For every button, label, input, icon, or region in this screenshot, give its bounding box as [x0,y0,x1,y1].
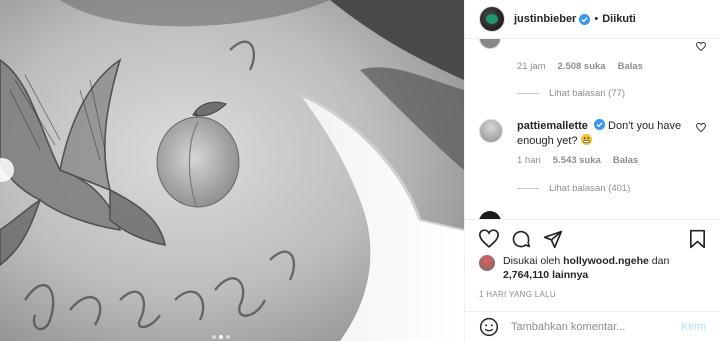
reply-button[interactable]: Balas [618,61,643,72]
carousel-dot [226,335,230,339]
comment-meta: 21 jam 2.508 suka Balas [517,61,643,72]
comment-meta: 1 hari 5.543 suka Balas [517,155,638,166]
comment-input[interactable] [511,320,681,333]
tattoo-photo-image [0,0,464,341]
commenter-avatar[interactable] [479,211,501,219]
paper-plane-icon [543,230,563,249]
post-actions-bar [465,219,720,257]
likes-summary: Disukai oleh hollywood.ngehe dan 2,764,1… [479,254,706,282]
post-header: justinbieber • Diikuti [465,0,720,39]
likes-text: Disukai oleh hollywood.ngehe dan 2,764,1… [503,254,669,282]
replies-divider [517,188,539,189]
view-replies-label: Lihat balasan (401) [549,183,631,194]
commenter-username[interactable]: pattiemallette [517,120,588,132]
heart-icon [696,41,706,52]
comment-like-button[interactable] [696,41,706,54]
verified-badge-icon [579,13,591,25]
post-comment-button[interactable]: Kirim [681,321,706,333]
view-replies-label: Lihat balasan (77) [549,88,626,99]
liker-avatar[interactable] [479,255,495,271]
comment-like-count[interactable]: 2.508 suka [558,61,606,72]
heart-icon [696,122,706,133]
smiley-icon [479,317,499,336]
header-separator: • [594,13,599,25]
grimace-emoji-icon [580,134,592,145]
add-comment-bar: Kirim [465,311,720,341]
share-button[interactable] [543,229,563,257]
carousel-dot [212,335,216,339]
post-timestamp[interactable]: 1 HARI YANG LALU [479,290,556,299]
commenter-avatar[interactable] [479,119,503,143]
like-button[interactable] [478,229,500,257]
liker-username[interactable]: hollywood.ngehe [563,255,649,267]
reply-button[interactable]: Balas [613,155,638,166]
author-avatar[interactable] [479,6,505,32]
view-replies-button[interactable]: Lihat balasan (401) [517,183,630,194]
view-replies-button[interactable]: Lihat balasan (77) [517,88,625,99]
carousel-dot-active [219,335,223,339]
author-username[interactable]: justinbieber [514,13,576,25]
comment-icon [512,230,531,248]
post-photo[interactable] [0,0,464,341]
likes-count[interactable]: 2,764,110 [503,269,549,281]
likes-prefix: Disukai oleh [503,255,561,267]
comment-like-button[interactable] [696,122,706,135]
likes-and: dan [651,255,670,267]
emoji-picker-button[interactable] [479,317,499,337]
carousel-indicator [212,335,230,339]
comment-time: 21 jam [517,61,546,72]
comment-time: 1 hari [517,155,541,166]
comment-button[interactable] [511,229,531,257]
comments-list: 21 jam 2.508 suka Balas Lihat balasan (7… [465,39,720,219]
likes-suffix[interactable]: lainnya [552,269,588,281]
comment-like-count[interactable]: 5.543 suka [553,155,601,166]
comment-item: pattiemallette Don't you have enough yet… [479,119,706,159]
heart-icon [478,229,500,248]
post-side-panel: justinbieber • Diikuti 21 jam 2.508 suka… [464,0,720,341]
bookmark-icon [689,229,705,249]
verified-badge-icon [593,119,605,130]
replies-divider [517,93,539,94]
comment-body: pattiemallette Don't you have enough yet… [517,119,688,149]
following-button[interactable]: Diikuti [602,13,636,25]
save-button[interactable] [689,229,706,252]
commenter-avatar[interactable] [479,39,501,49]
